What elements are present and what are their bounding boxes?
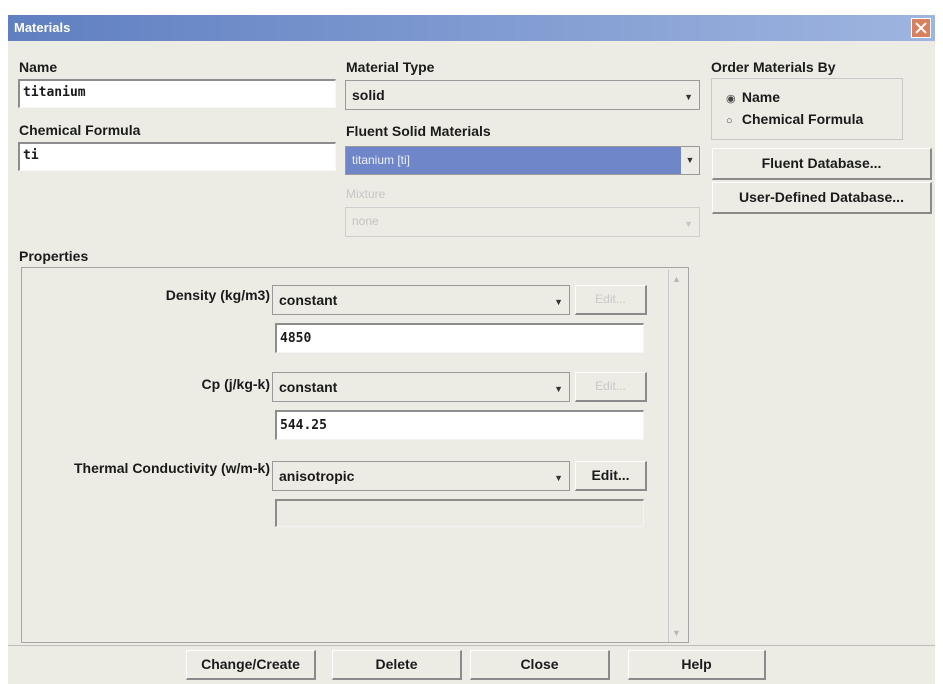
thermal-conductivity-edit-button[interactable]: Edit... <box>575 461 647 491</box>
chevron-down-icon: ▼ <box>684 219 693 229</box>
order-radio-chemical-formula[interactable]: ○ Chemical Formula <box>726 111 863 127</box>
radio-selected-icon: ◉ <box>726 93 736 105</box>
close-icon[interactable] <box>911 18 931 38</box>
fluent-solid-materials-label: Fluent Solid Materials <box>346 123 491 139</box>
mixture-select[interactable]: none ▼ <box>345 207 700 237</box>
help-button[interactable]: Help <box>628 650 766 680</box>
mixture-value: none <box>352 214 379 228</box>
close-button[interactable]: Close <box>470 650 610 680</box>
materials-dialog: Materials Name titanium Chemical Formula… <box>8 15 935 684</box>
change-create-button[interactable]: Change/Create <box>186 650 316 680</box>
density-value-field[interactable]: 4850 <box>275 323 644 353</box>
chevron-down-icon: ▼ <box>684 92 693 102</box>
fluent-solid-materials-value: titanium [ti] <box>352 153 411 167</box>
order-radio-name[interactable]: ◉ Name <box>726 89 780 105</box>
order-materials-by-label: Order Materials By <box>711 59 836 75</box>
thermal-conductivity-method-select[interactable]: anisotropic ▼ <box>272 461 570 491</box>
fluent-solid-materials-select[interactable]: titanium [ti] ▼ <box>345 146 700 175</box>
density-method-value: constant <box>279 292 338 308</box>
chevron-down-icon: ▼ <box>554 473 563 483</box>
density-label: Density (kg/m3) <box>165 287 270 303</box>
user-defined-database-button[interactable]: User-Defined Database... <box>712 182 932 214</box>
thermal-conductivity-method-value: anisotropic <box>279 468 355 484</box>
material-type-value: solid <box>352 87 385 103</box>
properties-label: Properties <box>19 248 89 264</box>
thermal-conductivity-label: Thermal Conductivity (w/m-k) <box>73 460 270 476</box>
name-input[interactable]: titanium <box>18 79 336 108</box>
material-type-label: Material Type <box>346 59 435 75</box>
order-options-group: ◉ Name ○ Chemical Formula <box>711 78 903 140</box>
order-option-formula-label: Chemical Formula <box>741 111 864 127</box>
fluent-database-button[interactable]: Fluent Database... <box>712 148 932 180</box>
chevron-down-icon: ▼ <box>554 384 563 394</box>
cp-method-select[interactable]: constant ▼ <box>272 372 570 402</box>
title-bar: Materials <box>8 15 935 41</box>
order-option-name-label: Name <box>741 89 781 105</box>
density-edit-button[interactable]: Edit... <box>575 285 647 315</box>
cp-edit-button[interactable]: Edit... <box>575 372 647 402</box>
scroll-down-icon[interactable]: ▼ <box>672 628 681 638</box>
scroll-up-icon[interactable]: ▲ <box>672 274 681 284</box>
chemical-formula-input[interactable]: ti <box>18 142 336 171</box>
radio-unselected-icon: ○ <box>726 115 733 127</box>
cp-method-value: constant <box>279 379 338 395</box>
name-label: Name <box>19 59 58 75</box>
properties-scrollbar[interactable]: ▲ ▼ <box>668 270 687 642</box>
mixture-label: Mixture <box>346 187 386 201</box>
delete-button[interactable]: Delete <box>332 650 462 680</box>
chevron-down-icon: ▼ <box>554 297 563 307</box>
material-type-select[interactable]: solid ▼ <box>345 80 700 110</box>
chemical-formula-label: Chemical Formula <box>19 122 141 138</box>
footer-divider <box>8 645 935 646</box>
chevron-down-icon: ▼ <box>681 147 699 174</box>
thermal-conductivity-value-field[interactable] <box>275 499 644 527</box>
density-method-select[interactable]: constant ▼ <box>272 285 570 315</box>
cp-label: Cp (j/kg-k) <box>201 376 270 392</box>
window-title: Materials <box>14 20 71 35</box>
cp-value-field[interactable]: 544.25 <box>275 410 644 440</box>
